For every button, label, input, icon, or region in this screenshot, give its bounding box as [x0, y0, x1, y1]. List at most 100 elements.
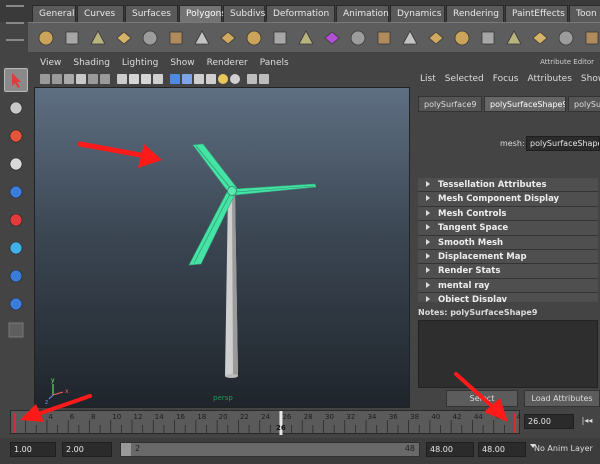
- poly-prism-icon[interactable]: [190, 26, 214, 50]
- poly-combine-icon[interactable]: [320, 26, 344, 50]
- film-gate-icon[interactable]: [88, 74, 98, 84]
- end-time-field[interactable]: 48.00: [478, 442, 526, 457]
- ae-section-mesh-component-display[interactable]: Mesh Component Display: [418, 192, 598, 207]
- poly-extract-icon[interactable]: [372, 26, 396, 50]
- start-time-field[interactable]: 1.00: [10, 442, 56, 457]
- poly-triangulate-icon[interactable]: [528, 26, 552, 50]
- poly-mirror-icon[interactable]: [580, 26, 600, 50]
- show-manipulator-button[interactable]: [4, 292, 28, 316]
- move-tool-button[interactable]: [4, 152, 28, 176]
- poly-separate-icon[interactable]: [346, 26, 370, 50]
- poly-helix-icon[interactable]: [268, 26, 292, 50]
- ae-menu-show[interactable]: Show: [581, 74, 600, 84]
- current-time-field[interactable]: [524, 414, 574, 429]
- last-tool-button[interactable]: [4, 318, 28, 342]
- shelf-tab-surfaces[interactable]: Surfaces: [125, 5, 178, 22]
- lasso-button[interactable]: [4, 96, 28, 120]
- bounding-box-icon[interactable]: [153, 74, 163, 84]
- notes-textarea[interactable]: [418, 320, 598, 388]
- universal-manipulator-button[interactable]: [4, 236, 28, 260]
- wind-turbine[interactable]: [188, 143, 317, 378]
- poly-pipe-icon[interactable]: [242, 26, 266, 50]
- poly-fill-hole-icon[interactable]: [476, 26, 500, 50]
- ae-section-mesh-controls[interactable]: Mesh Controls: [418, 206, 598, 222]
- ae-section-mental-ray[interactable]: mental ray: [418, 278, 598, 294]
- select-arrow-button[interactable]: [4, 68, 28, 92]
- viewport-menu-view[interactable]: View: [40, 56, 61, 71]
- load-attributes-button[interactable]: Load Attributes: [524, 390, 600, 407]
- playback-start-field[interactable]: 2.00: [62, 442, 112, 457]
- ae-section-smooth-mesh[interactable]: Smooth Mesh: [418, 235, 598, 250]
- antialiasing-icon[interactable]: [230, 74, 240, 84]
- select-button[interactable]: Select: [446, 390, 518, 407]
- paint-select-button[interactable]: [4, 124, 28, 148]
- poly-cone-icon[interactable]: [112, 26, 136, 50]
- shelf-tab-deformation[interactable]: Deformation: [266, 5, 335, 22]
- ae-menu-attributes[interactable]: Attributes: [527, 74, 571, 84]
- poly-booleans-icon[interactable]: [398, 26, 422, 50]
- poly-average-icon[interactable]: [450, 26, 474, 50]
- lights-icon[interactable]: [182, 74, 192, 84]
- range-start-handle[interactable]: [121, 443, 131, 456]
- image-plane-icon[interactable]: [64, 74, 74, 84]
- anim-layer-dropdown[interactable]: No Anim Layer: [534, 444, 593, 453]
- shelf-handle[interactable]: [4, 3, 26, 43]
- poly-cylinder-icon[interactable]: [86, 26, 110, 50]
- poly-pyramid-icon[interactable]: [216, 26, 240, 50]
- time-slider[interactable]: 2 4 6 8 10 12 14 16 18 20 22 24 26 28 30 32 34 36 38 40 42 44…: [10, 410, 521, 435]
- poly-reduce-icon[interactable]: [502, 26, 526, 50]
- poly-torus-icon[interactable]: [164, 26, 188, 50]
- shelf-tab-painteffects[interactable]: PaintEffects: [505, 5, 568, 22]
- viewport-menu-renderer[interactable]: Renderer: [207, 56, 248, 71]
- shelf-tab-animation[interactable]: Animation: [336, 5, 389, 22]
- mesh-name-input[interactable]: [526, 136, 600, 151]
- shadows-icon[interactable]: [194, 74, 204, 84]
- ae-menu-focus[interactable]: Focus: [493, 74, 519, 84]
- ae-section-object-display[interactable]: Object Display: [418, 293, 598, 302]
- ae-tab-polysurf[interactable]: polySurf: [568, 96, 600, 112]
- rotate-tool-button[interactable]: [4, 180, 28, 204]
- resolution-gate-icon[interactable]: [100, 74, 110, 84]
- shelf-tab-curves[interactable]: Curves: [77, 5, 124, 22]
- wireframe-icon[interactable]: [117, 74, 127, 84]
- shelf-tab-rendering[interactable]: Rendering: [446, 5, 504, 22]
- ae-menu-selected[interactable]: Selected: [445, 74, 484, 84]
- poly-smooth-icon[interactable]: [424, 26, 448, 50]
- poly-quadrangulate-icon[interactable]: [554, 26, 578, 50]
- smooth-shade-icon[interactable]: [129, 74, 139, 84]
- poly-plane-icon[interactable]: [138, 26, 162, 50]
- grid-icon[interactable]: [76, 74, 86, 84]
- screen-space-ao-icon[interactable]: [206, 74, 216, 84]
- shelf-tab-polygons[interactable]: Polygons: [179, 5, 226, 22]
- bookmark-icon[interactable]: [52, 74, 62, 84]
- scale-tool-button[interactable]: [4, 208, 28, 232]
- ae-section-tangent-space[interactable]: Tangent Space: [418, 221, 598, 236]
- poly-sphere-icon[interactable]: [34, 26, 58, 50]
- ae-section-render-stats[interactable]: Render Stats: [418, 264, 598, 279]
- shelf-tab-subdivs[interactable]: Subdivs: [223, 5, 265, 22]
- go-to-start-button[interactable]: |◂◂: [578, 414, 596, 429]
- isolate-select-icon[interactable]: [247, 74, 257, 84]
- shelf-tab-general[interactable]: General: [32, 5, 76, 22]
- poly-soccer-icon[interactable]: [294, 26, 318, 50]
- shelf-tab-toon[interactable]: Toon: [569, 5, 600, 22]
- ae-section-tessellation-attributes[interactable]: Tessellation Attributes: [418, 178, 598, 193]
- ae-menu-list[interactable]: List: [420, 74, 436, 84]
- camera-attributes-icon[interactable]: [40, 74, 50, 84]
- shelf-tab-dynamics[interactable]: Dynamics: [390, 5, 445, 22]
- motion-blur-icon[interactable]: [218, 74, 228, 84]
- flat-shade-icon[interactable]: [141, 74, 151, 84]
- viewport-menu-panels[interactable]: Panels: [260, 56, 289, 71]
- viewport-menu-lighting[interactable]: Lighting: [122, 56, 158, 71]
- ae-tab-polysurface9[interactable]: polySurface9: [418, 96, 482, 112]
- range-slider-track[interactable]: 2 48: [120, 442, 420, 457]
- perspective-viewport[interactable]: y x z persp: [34, 87, 410, 408]
- poly-cube-icon[interactable]: [60, 26, 84, 50]
- textured-icon[interactable]: [170, 74, 180, 84]
- playback-end-field[interactable]: 48.00: [426, 442, 474, 457]
- ae-section-displacement-map[interactable]: Displacement Map: [418, 249, 598, 265]
- viewport-menu-show[interactable]: Show: [170, 56, 194, 71]
- ae-tab-polysurfaceshape9[interactable]: polySurfaceShape9: [484, 96, 566, 112]
- soft-mod-button[interactable]: [4, 264, 28, 288]
- xray-icon[interactable]: [259, 74, 269, 84]
